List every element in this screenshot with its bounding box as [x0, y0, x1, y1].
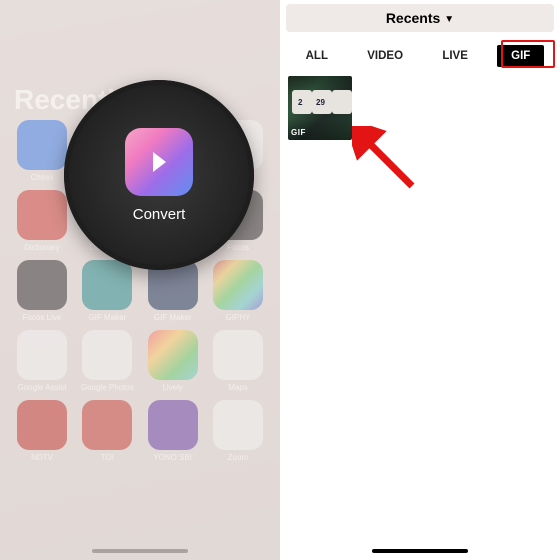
app-icon — [148, 330, 198, 380]
app-label: Dictionary — [14, 243, 70, 252]
app-icon — [213, 330, 263, 380]
app-label: Zoom — [210, 453, 266, 462]
annotation-arrow-icon — [352, 126, 422, 196]
album-selector-label: Recents — [386, 10, 440, 26]
tab-live[interactable]: LIVE — [432, 47, 478, 65]
media-thumbnail[interactable]: 2 29 GIF — [288, 76, 352, 140]
home-indicator — [372, 549, 468, 553]
convert-app-label: Convert — [133, 206, 186, 223]
app-row: NDTV TOI YONO SBI Zoom — [14, 400, 266, 462]
gif-badge: GIF — [291, 128, 306, 137]
convert-app-icon — [125, 128, 193, 196]
app-cell[interactable]: Google Assist — [14, 330, 70, 392]
app-icon — [17, 260, 67, 310]
home-indicator — [92, 549, 188, 553]
app-label: NDTV — [14, 453, 70, 462]
home-screen-pane: Recently ChessDictionaryDictionaryFlipbo… — [0, 0, 280, 560]
app-cell[interactable]: GIF Maker — [79, 260, 135, 322]
app-cell[interactable]: Focos Live — [14, 260, 70, 322]
app-label: GIF Maker — [145, 313, 201, 322]
app-cell[interactable]: TOI — [79, 400, 135, 462]
app-cell[interactable]: Dictionary — [14, 190, 70, 252]
app-label: Lively — [145, 383, 201, 392]
play-chevron-icon — [142, 145, 176, 179]
media-type-tabs: ALL VIDEO LIVE GIF — [280, 42, 560, 70]
app-icon — [17, 330, 67, 380]
app-label: Google Photos — [79, 383, 135, 392]
app-icon — [148, 400, 198, 450]
app-icon — [82, 260, 132, 310]
app-cell[interactable]: Zoom — [210, 400, 266, 462]
tab-gif[interactable]: GIF — [497, 45, 544, 67]
app-label: Maps — [210, 383, 266, 392]
app-cell[interactable]: NDTV — [14, 400, 70, 462]
app-icon — [213, 260, 263, 310]
app-cell[interactable]: Google Photos — [79, 330, 135, 392]
app-icon — [17, 400, 67, 450]
app-icon — [213, 400, 263, 450]
app-cell[interactable]: Lively — [145, 330, 201, 392]
app-cell[interactable]: Chess — [14, 120, 70, 182]
app-cell[interactable]: GIPHY — [210, 260, 266, 322]
app-icon — [82, 330, 132, 380]
thumb-decoration: 29 — [316, 98, 325, 107]
app-label: Google Assist — [14, 383, 70, 392]
app-cell[interactable]: Maps — [210, 330, 266, 392]
app-label: TOI — [79, 453, 135, 462]
app-label: Chess — [14, 173, 70, 182]
app-icon — [82, 400, 132, 450]
app-label: YONO SBI — [145, 453, 201, 462]
picker-pane: Recents ▼ ALL VIDEO LIVE GIF 2 29 GIF — [280, 0, 560, 560]
thumb-decoration — [332, 90, 352, 114]
chevron-down-icon: ▼ — [444, 14, 454, 25]
app-icon — [17, 190, 67, 240]
app-row: Google Assist Google Photos Lively Maps — [14, 330, 266, 392]
tab-all[interactable]: ALL — [296, 47, 338, 65]
app-label: GIF Maker — [79, 313, 135, 322]
app-label: Focos Live — [14, 313, 70, 322]
thumb-decoration: 2 — [298, 98, 302, 107]
app-icon — [17, 120, 67, 170]
app-row: Focos Live GIF Maker GIF Maker GIPHY — [14, 260, 266, 322]
app-cell[interactable]: YONO SBI — [145, 400, 201, 462]
tab-video[interactable]: VIDEO — [357, 47, 413, 65]
app-label: GIPHY — [210, 313, 266, 322]
album-selector[interactable]: Recents ▼ — [286, 4, 554, 32]
convert-app-feature[interactable]: Convert — [64, 80, 254, 270]
